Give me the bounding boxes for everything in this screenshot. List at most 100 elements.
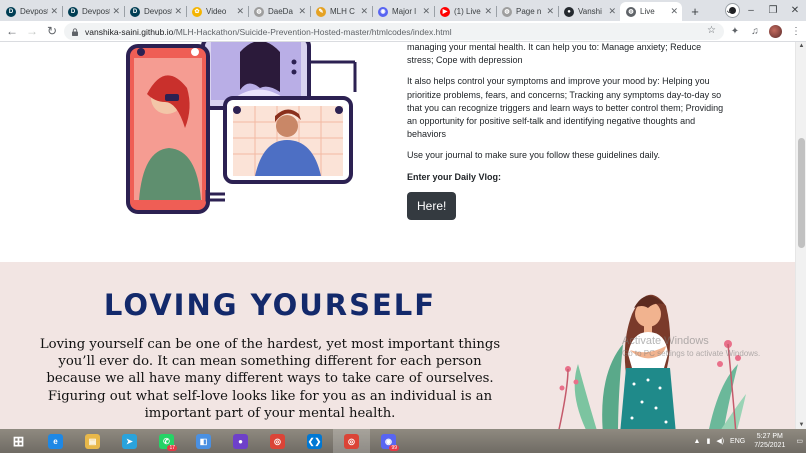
forward-button[interactable]: → xyxy=(22,21,42,41)
whatsapp-icon[interactable]: ✆ 17 xyxy=(148,429,185,453)
browser-tab[interactable]: ◍ DaeDa ✕ xyxy=(248,2,310,21)
language-indicator[interactable]: ENG xyxy=(730,438,745,445)
scroll-down-arrow-icon[interactable]: ▼ xyxy=(798,422,805,428)
notification-badge: 99 xyxy=(389,445,399,451)
browser-tab[interactable]: ● Vanshi ✕ xyxy=(558,2,620,21)
browser-tab[interactable]: ◉ Major l ✕ xyxy=(372,2,434,21)
lock-icon xyxy=(72,27,78,36)
profile-avatar[interactable] xyxy=(769,25,782,38)
start-button[interactable]: ⊞ xyxy=(0,429,37,453)
scroll-up-arrow-icon[interactable]: ▲ xyxy=(798,43,805,49)
browser-tab[interactable]: ▶ (1) Live ✕ xyxy=(434,2,496,21)
tab-close-icon[interactable]: ✕ xyxy=(360,6,368,17)
daily-vlog-button[interactable]: Here! xyxy=(407,191,457,220)
google-photos-icon: ✿ xyxy=(192,6,202,17)
chrome-icon[interactable]: ◎ xyxy=(259,429,296,453)
browser-tab[interactable]: D Devpost ✕ xyxy=(62,2,124,21)
app-icon-glyph: ◧ xyxy=(196,433,211,449)
tab-search-icon[interactable]: ⌄ xyxy=(718,5,740,16)
page-scrollbar[interactable]: ▲ ▼ xyxy=(795,42,806,429)
close-window-button[interactable]: ✕ xyxy=(784,5,806,16)
globe-icon: ◍ xyxy=(626,6,636,17)
tab-label: Devpost xyxy=(82,7,111,16)
browser-tab[interactable]: D Devpost ✕ xyxy=(124,2,186,21)
tray-chevron-icon[interactable]: ▲ xyxy=(694,438,701,445)
back-button[interactable]: ← xyxy=(2,21,22,41)
discord-icon[interactable]: ◉ 99 xyxy=(370,429,407,453)
media-control-icon[interactable]: ♫ xyxy=(745,26,765,37)
watermark-subtitle: Go to PC settings to activate Windows. xyxy=(622,349,761,358)
vscode-icon[interactable]: ❮❯ xyxy=(296,429,333,453)
tab-close-icon[interactable]: ✕ xyxy=(236,6,244,17)
file-explorer-icon[interactable]: ▤ xyxy=(74,429,111,453)
scroll-thumb[interactable] xyxy=(798,138,805,248)
tab-label: Major l xyxy=(392,7,417,16)
loving-yourself-heading: LOVING YOURSELF xyxy=(103,288,437,322)
browser-tab[interactable]: ◍ Live ✕ xyxy=(620,2,682,21)
tab-label: Devpost xyxy=(20,7,49,16)
daily-vlog-label: Enter your Daily Vlog: xyxy=(407,171,502,182)
restore-button[interactable]: ❐ xyxy=(762,5,784,16)
telegram-icon[interactable]: ➤ xyxy=(111,429,148,453)
browser-tab[interactable]: ✎ MLH C ✕ xyxy=(310,2,372,21)
minimize-button[interactable]: – xyxy=(740,5,762,16)
clock-date: 7/25/2021 xyxy=(754,442,786,449)
tab-close-icon[interactable]: ✕ xyxy=(422,6,430,17)
journal-benefits-text: It also helps control your symptoms and … xyxy=(407,76,724,140)
globe-icon: ◍ xyxy=(254,6,264,17)
tab-close-icon[interactable]: ✕ xyxy=(670,6,678,17)
chrome-active-icon-glyph: ◎ xyxy=(344,433,359,449)
internet-explorer-icon-glyph: e xyxy=(48,433,63,449)
network-icon[interactable]: ▮ xyxy=(706,437,710,445)
vscode-icon-glyph: ❮❯ xyxy=(307,433,322,449)
notification-icon[interactable]: ▭ xyxy=(796,437,803,445)
tab-close-icon[interactable]: ✕ xyxy=(298,6,306,17)
browser-tab[interactable]: D Devpost ✕ xyxy=(0,2,62,21)
browser-tab[interactable]: ◍ Page n ✕ xyxy=(496,2,558,21)
tab-close-icon[interactable]: ✕ xyxy=(546,6,554,17)
clock[interactable]: 5:27 PM 7/25/2021 xyxy=(754,432,785,450)
journal-guideline-text: Use your journal to make sure you follow… xyxy=(407,150,660,161)
tab-label: Live xyxy=(640,7,655,16)
github-icon: ● xyxy=(564,6,574,17)
tab-close-icon[interactable]: ✕ xyxy=(174,6,182,17)
notification-badge: 17 xyxy=(167,445,177,451)
extensions-icon[interactable]: ✦ xyxy=(725,26,745,37)
file-explorer-icon-glyph: ▤ xyxy=(85,433,100,449)
window-controls: ⌄ – ❐ ✕ xyxy=(718,0,806,21)
journal-text: managing your mental health. It can help… xyxy=(407,42,727,220)
mlh-icon: ✎ xyxy=(316,6,326,17)
menu-kebab-icon[interactable]: ⋮ xyxy=(786,26,806,37)
watermark-title: Activate Windows xyxy=(622,335,709,347)
chrome-active-icon[interactable]: ◎ xyxy=(333,429,370,453)
app-icon[interactable]: ◧ xyxy=(185,429,222,453)
globe-icon: ◍ xyxy=(502,6,512,17)
journal-intro-text: managing your mental health. It can help… xyxy=(407,42,702,66)
tab-label: MLH C xyxy=(330,7,355,16)
tab-label: Video xyxy=(206,7,227,16)
system-tray: ▲ ▮ ◀) ENG 5:27 PM 7/25/2021 ▭ xyxy=(691,429,806,453)
devpost-icon: D xyxy=(68,6,78,17)
github-desktop-icon-glyph: ● xyxy=(233,433,248,449)
tab-label: Devpost xyxy=(144,7,173,16)
new-tab-button[interactable]: + xyxy=(686,2,704,20)
browser-toolbar: ← → ↻ vanshika-saini.github.io/MLH-Hacka… xyxy=(0,21,806,42)
bookmark-star-icon[interactable]: ☆ xyxy=(707,25,716,36)
tab-label: DaeDa xyxy=(268,7,293,16)
volume-icon[interactable]: ◀) xyxy=(716,437,724,445)
discord-icon: ◉ xyxy=(378,6,388,17)
chrome-icon-glyph: ◎ xyxy=(270,433,285,449)
tab-close-icon[interactable]: ✕ xyxy=(484,6,492,17)
tab-close-icon[interactable]: ✕ xyxy=(608,6,616,17)
tab-label: Page n xyxy=(516,7,542,16)
tab-close-icon[interactable]: ✕ xyxy=(112,6,120,17)
address-bar[interactable]: vanshika-saini.github.io/MLH-Hackathon/S… xyxy=(64,23,724,40)
tab-strip: D Devpost ✕ D Devpost ✕ D Devpost ✕ ✿ Video ✕ ◍ DaeDa… xyxy=(0,0,806,21)
github-desktop-icon[interactable]: ● xyxy=(222,429,259,453)
devpost-icon: D xyxy=(6,6,16,17)
loving-yourself-text: Loving yourself can be one of the hardes… xyxy=(39,337,501,421)
tab-close-icon[interactable]: ✕ xyxy=(50,6,58,17)
reload-button[interactable]: ↻ xyxy=(42,21,62,41)
browser-tab[interactable]: ✿ Video ✕ xyxy=(186,2,248,21)
internet-explorer-icon[interactable]: e xyxy=(37,429,74,453)
